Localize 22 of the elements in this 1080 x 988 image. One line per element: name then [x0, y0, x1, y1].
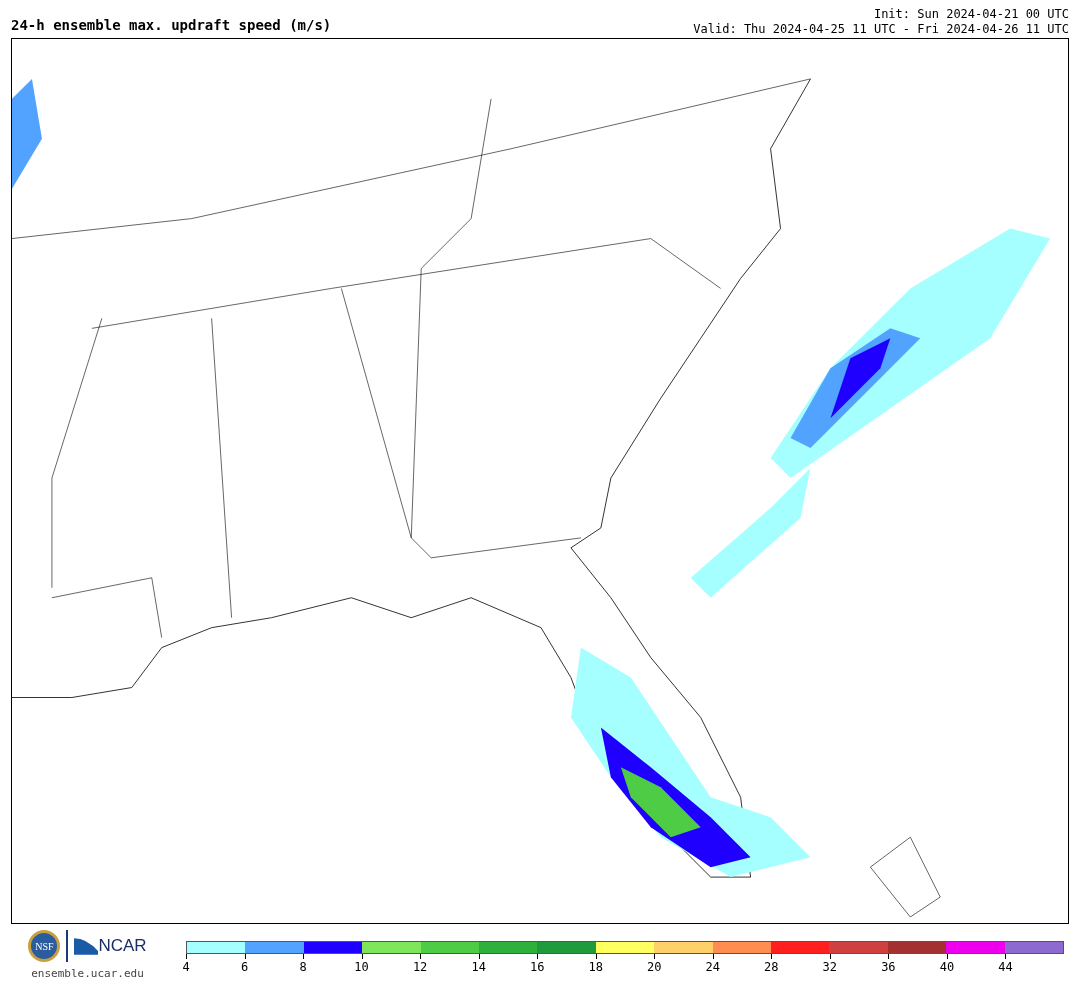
nsf-logo: NSF	[28, 930, 61, 962]
tick-label: 4	[181, 960, 191, 974]
tick-label: 6	[239, 960, 250, 974]
tick-label: 40	[938, 960, 956, 974]
tick-label: 14	[470, 960, 487, 974]
tick-label: 8	[298, 960, 308, 974]
swoosh-icon	[74, 937, 99, 955]
tick-label: 12	[411, 960, 429, 974]
init-time: Init: Sun 2024-04-21 00 UTC	[873, 7, 1069, 22]
tick-label: 32	[821, 960, 839, 974]
tick-label: 36	[880, 960, 897, 974]
valid-time: Valid: Thu 2024-04-25 11 UTC - Fri 2024-04-26 11 UTC	[693, 22, 1069, 37]
tick-label: 10	[353, 960, 370, 974]
site-url: ensemble.ucar.edu	[31, 967, 144, 980]
tick-label: 16	[528, 960, 546, 974]
tick-label: 20	[646, 960, 663, 974]
tick-label: 44	[997, 960, 1014, 974]
tick-label: 28	[763, 960, 780, 974]
chart-title: 24-h ensemble max. updraft speed (m/s)	[11, 17, 332, 35]
tick-label: 24	[704, 960, 721, 974]
ncar-logo: NCAR	[98, 936, 147, 956]
tick-label: 18	[587, 960, 604, 974]
